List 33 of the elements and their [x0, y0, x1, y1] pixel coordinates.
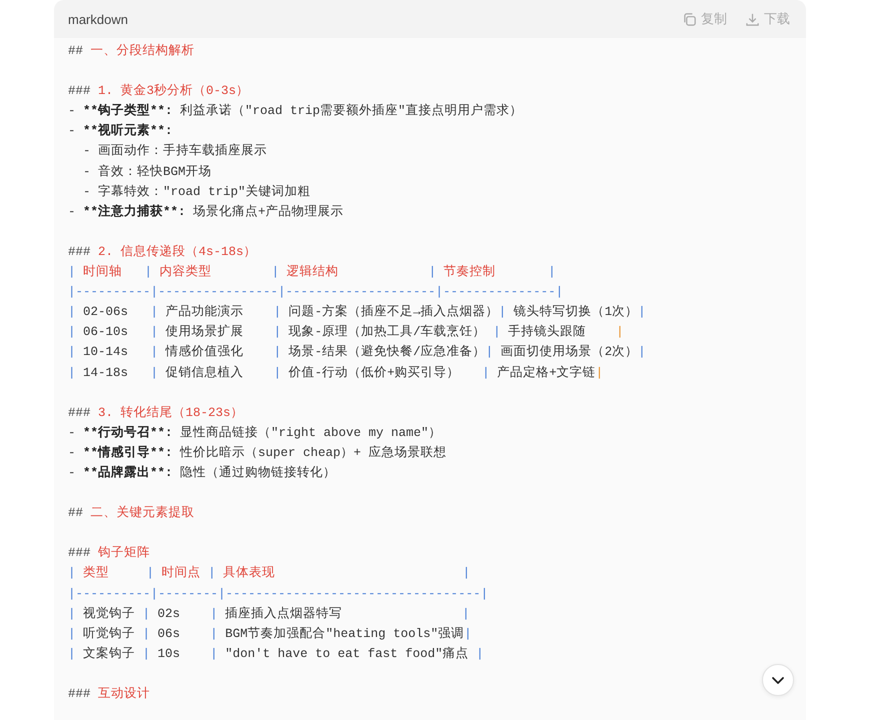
code-line: |----------|--------|----------------------------------| [68, 586, 488, 603]
code-line: - **钩子类型**: 利益承诺（"road trip需要额外插座"直接点明用户需求） [68, 102, 523, 120]
code-line: | 14-18s | 促销信息植入 | 价值-行动（低价+购买引导） | 产品定格+文字链| [68, 364, 604, 382]
code-line: - **行动号召**: 显性商品链接（"right above my name"） [68, 424, 442, 442]
copy-button[interactable]: 复制 [680, 8, 729, 30]
code-line: ### 互动设计 [68, 686, 150, 703]
code-line: - **情感引导**: 性价比暗示（super cheap）+ 应急场景联想 [68, 444, 447, 462]
code-line: ## 一、分段结构解析 [68, 42, 195, 60]
code-line: ### 2. 信息传递段（4s-18s） [68, 244, 257, 261]
code-line: | 视觉钩子 | 02s | 插座插入点烟器特写 | [68, 606, 470, 623]
code-line: | 类型 | 时间点 | 具体表现 | [68, 564, 470, 582]
code-line: - **视听元素**: [68, 122, 173, 140]
code-line: ### 3. 转化结尾（18-23s） [68, 404, 244, 422]
code-line: | 听觉钩子 | 06s | BGM节奏加强配合"heating tools"强调| [68, 626, 472, 643]
code-line: - 字幕特效："road trip"关键词加粗 [82, 184, 311, 201]
language-label: markdown [68, 12, 128, 26]
download-button[interactable]: 下载 [743, 8, 792, 30]
scroll-down-button[interactable] [762, 664, 794, 696]
download-icon [745, 12, 760, 26]
code-line: - **注意力捕获**: 场景化痛点+产品物理展示 [68, 203, 344, 221]
code-line: | 02-06s | 产品功能演示 | 问题-方案（插座不足→插入点烟器）| 镜头特写切换（1次）| [68, 303, 646, 322]
code-line: | 06-10s | 使用场景扩展 | 现象-原理（加热工具/车载烹饪） | 手持镜头跟随 | [68, 324, 624, 342]
copy-icon [682, 12, 697, 26]
code-line: - 音效：轻快BGM开场 [82, 164, 212, 181]
code-line: - 画面动作：手持车载插座展示 [82, 142, 268, 160]
code-line: | 10-14s | 情感价值强化 | 场景-结果（避免快餐/应急准备）| 画面切使用场景（2次）| [68, 344, 646, 362]
code-line: ## 二、关键元素提取 [68, 504, 195, 522]
code-line: |----------|----------------|--------------------|---------------| [68, 284, 564, 302]
code-line: | 时间轴 | 内容类型 | 逻辑结构 | 节奏控制 | [68, 264, 556, 282]
code-line: | 文案钩子 | 10s | "don't have to eat fast food"痛点 | [68, 645, 484, 663]
code-line: ### 钩子矩阵 [68, 544, 150, 562]
code-line: ### 1. 黄金3秒分析（0-3s） [68, 82, 250, 100]
code-line: - **品牌露出**: 隐性（通过购物链接转化） [68, 464, 336, 482]
